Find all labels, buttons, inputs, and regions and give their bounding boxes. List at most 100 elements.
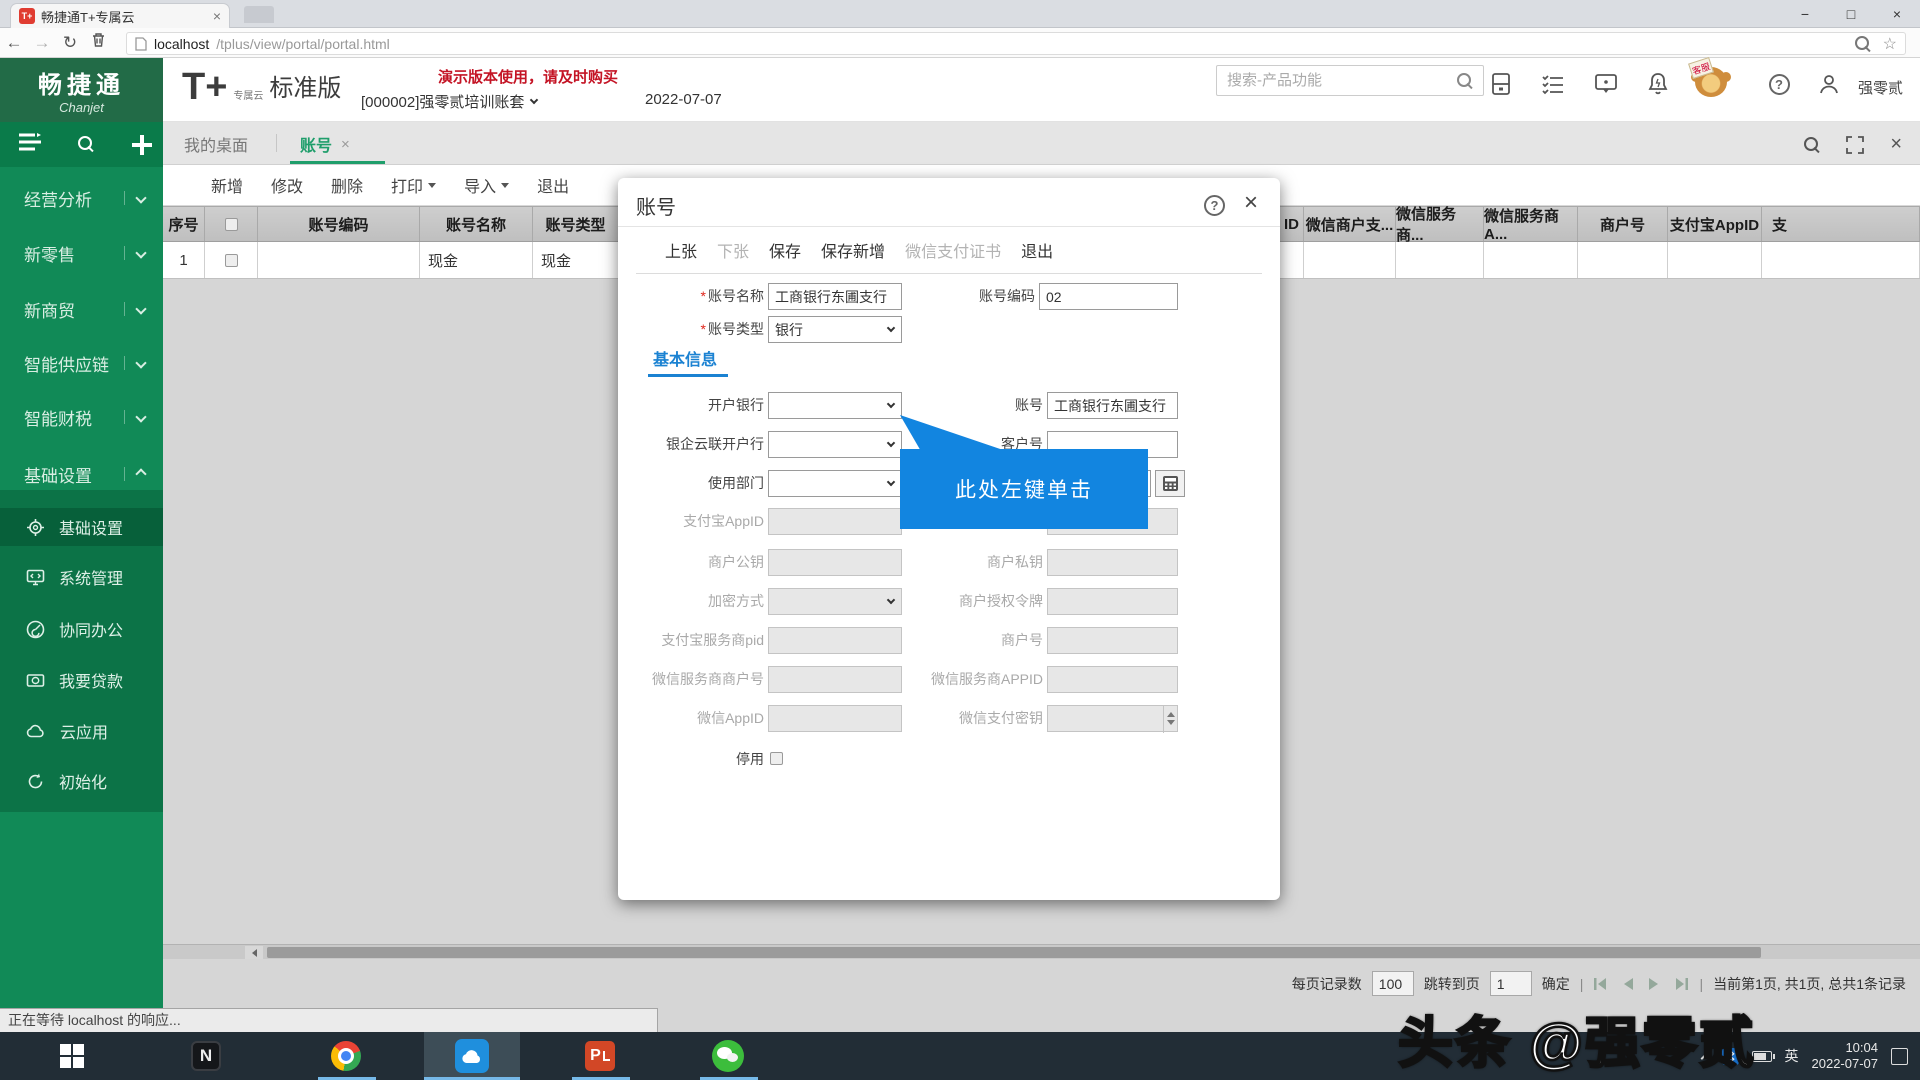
spinner-control[interactable] — [1163, 706, 1177, 733]
taskbar-app-chrome[interactable] — [316, 1032, 376, 1080]
tab-account-close-icon[interactable]: × — [341, 136, 350, 153]
sidebar-item-new-retail[interactable]: 新零售 — [0, 233, 163, 273]
add-button[interactable]: 新增 — [211, 173, 243, 197]
bookmark-star-icon[interactable]: ☆ — [1883, 34, 1897, 54]
col-header-wechat-merchant[interactable]: 微信商户支... — [1304, 207, 1396, 241]
fullscreen-icon[interactable] — [1846, 136, 1864, 154]
col-header-merchant-no[interactable]: 商户号 — [1578, 207, 1668, 241]
tab-my-desktop[interactable]: 我的桌面 — [184, 132, 248, 156]
import-button[interactable]: 导入 — [464, 173, 509, 197]
message-icon[interactable] — [1593, 71, 1619, 97]
sidebar-search-icon[interactable] — [78, 136, 96, 154]
new-tab-button[interactable] — [244, 6, 274, 23]
dialog-exit-button[interactable]: 退出 — [1021, 238, 1053, 262]
stop-use-checkbox[interactable] — [770, 752, 783, 765]
menu-hamburger-icon[interactable] — [18, 133, 42, 156]
submenu-item-initialization[interactable]: 初始化 — [0, 762, 163, 800]
submenu-item-cloud-apps[interactable]: 云应用 — [0, 712, 163, 750]
workspace-search-icon[interactable] — [1804, 137, 1820, 153]
next-page-icon[interactable] — [1648, 977, 1660, 991]
submenu-item-loan[interactable]: 我要贷款 — [0, 661, 163, 699]
col-header-index[interactable]: 序号 — [163, 207, 205, 241]
account-type-select[interactable]: 银行 — [768, 316, 902, 343]
workspace-close-icon[interactable]: × — [1890, 133, 1902, 156]
account-name-input[interactable] — [768, 283, 902, 310]
scrollbar-thumb[interactable] — [267, 947, 1761, 958]
input-language-indicator[interactable]: 英 — [1785, 1046, 1799, 1066]
print-button[interactable]: 打印 — [391, 173, 436, 197]
reload-icon[interactable]: ↻ — [56, 33, 84, 53]
product-search-input[interactable] — [1227, 72, 1457, 89]
submenu-item-system-management[interactable]: 系统管理 — [0, 558, 163, 596]
prev-record-button[interactable]: 上张 — [665, 238, 697, 262]
zoom-search-icon[interactable] — [1855, 36, 1871, 52]
exit-button[interactable]: 退出 — [537, 173, 569, 197]
taskbar-app-n[interactable]: N — [176, 1032, 236, 1080]
sidebar-item-supply-chain[interactable]: 智能供应链 — [0, 343, 163, 383]
search-icon[interactable] — [1457, 73, 1473, 89]
sidebar-item-basic-settings-group[interactable]: 基础设置 — [0, 454, 163, 494]
submenu-item-collaboration[interactable]: 协同办公 — [0, 610, 163, 648]
browser-tab[interactable]: T+ 畅捷通T+专属云 × — [10, 3, 230, 28]
page-size-input[interactable] — [1372, 971, 1414, 996]
col-header-wechat-provider[interactable]: 微信服务商... — [1396, 207, 1484, 241]
horizontal-scrollbar[interactable] — [163, 944, 1920, 959]
row-checkbox[interactable] — [225, 254, 238, 267]
window-minimize-button[interactable]: − — [1782, 0, 1828, 28]
sidebar-item-smart-tax[interactable]: 智能财税 — [0, 397, 163, 437]
dialog-help-icon[interactable]: ? — [1204, 195, 1225, 216]
col-header-pay-truncated[interactable]: 支 — [1762, 207, 1920, 241]
wechat-cert-button[interactable]: 微信支付证书 — [905, 238, 1001, 262]
taskbar-app-powerpoint[interactable]: P — [570, 1032, 630, 1080]
goto-page-input[interactable] — [1490, 971, 1532, 996]
confirm-button[interactable]: 确定 — [1542, 974, 1570, 994]
sidebar-item-business-analysis[interactable]: 经营分析 — [0, 178, 163, 218]
tray-clock[interactable]: 10:04 2022-07-07 — [1812, 1040, 1879, 1072]
window-close-button[interactable]: × — [1874, 0, 1920, 28]
col-header-account-code[interactable]: 账号编码 — [258, 207, 420, 241]
add-icon[interactable] — [132, 135, 152, 155]
product-search-box[interactable] — [1216, 65, 1484, 96]
user-icon[interactable] — [1816, 71, 1842, 97]
account-number-input[interactable] — [1047, 392, 1178, 419]
col-header-wechat-provider-a[interactable]: 微信服务商A... — [1484, 207, 1578, 241]
start-button[interactable] — [42, 1032, 102, 1080]
bell-icon[interactable] — [1645, 71, 1671, 97]
calculator-picker-button[interactable] — [1155, 470, 1185, 497]
username-label[interactable]: 强零贰 — [1858, 77, 1903, 98]
account-set-selector[interactable]: [000002]强零贰培训账套 — [361, 91, 537, 112]
last-page-icon[interactable] — [1674, 977, 1689, 991]
tab-account[interactable]: 账号 × — [300, 132, 350, 156]
next-record-button[interactable]: 下张 — [717, 238, 749, 262]
checklist-icon[interactable] — [1540, 71, 1566, 97]
window-maximize-button[interactable]: □ — [1828, 0, 1874, 28]
customer-service-avatar[interactable]: 客服 — [1692, 62, 1732, 102]
trash-icon[interactable] — [84, 32, 112, 53]
col-header-account-type[interactable]: 账号类型 — [533, 207, 619, 241]
taskbar-app-wechat[interactable] — [698, 1032, 758, 1080]
submenu-item-basic-settings[interactable]: 基础设置 — [0, 508, 163, 546]
first-page-icon[interactable] — [1593, 977, 1608, 991]
scrollbar-left-arrow[interactable] — [245, 946, 263, 959]
col-header-checkbox[interactable] — [205, 207, 258, 241]
help-icon[interactable]: ? — [1766, 71, 1792, 97]
basic-info-tab[interactable]: 基本信息 — [653, 346, 717, 370]
notification-center-icon[interactable] — [1891, 1048, 1908, 1065]
forward-icon[interactable]: → — [28, 33, 56, 53]
save-and-new-button[interactable]: 保存新增 — [821, 238, 885, 262]
prev-page-icon[interactable] — [1622, 977, 1634, 991]
taskbar-app-tplus-cloud[interactable] — [424, 1032, 520, 1080]
dialog-close-icon[interactable]: × — [1244, 189, 1258, 217]
col-header-alipay-appid[interactable]: 支付宝AppID — [1668, 207, 1762, 241]
calculator-icon[interactable] — [1488, 71, 1514, 97]
edit-button[interactable]: 修改 — [271, 173, 303, 197]
tab-close-icon[interactable]: × — [213, 8, 221, 24]
col-header-id[interactable]: ID — [1280, 207, 1304, 241]
url-field[interactable]: localhost/tplus/view/portal/portal.html … — [126, 32, 1906, 55]
department-select[interactable] — [768, 470, 902, 497]
delete-button[interactable]: 删除 — [331, 173, 363, 197]
save-button[interactable]: 保存 — [769, 238, 801, 262]
col-header-account-name[interactable]: 账号名称 — [420, 207, 533, 241]
sidebar-item-new-trade[interactable]: 新商贸 — [0, 289, 163, 329]
back-icon[interactable]: ← — [0, 33, 28, 53]
